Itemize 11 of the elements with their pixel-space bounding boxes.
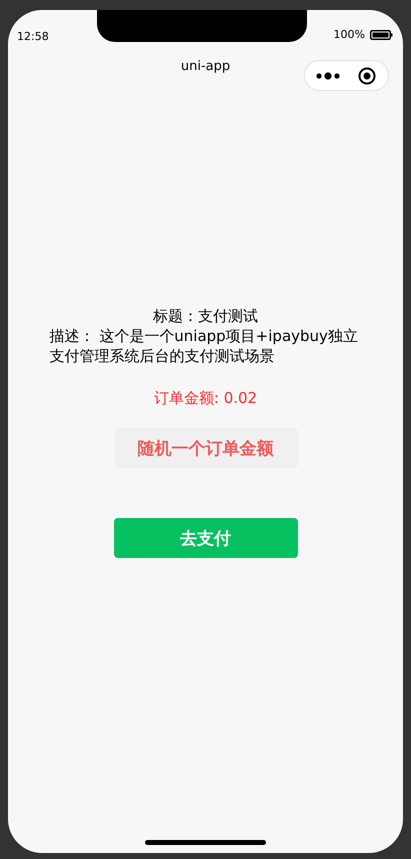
pay-button[interactable]: 去支付 — [114, 518, 298, 558]
random-amount-button[interactable]: 随机一个订单金额 — [114, 428, 298, 468]
battery-icon — [370, 30, 393, 40]
description-text: 描述： 这个是一个uniapp项目+ipaybuy独立支付管理系统后台的支付测试场景 — [50, 326, 359, 366]
status-time: 12:58 — [17, 30, 49, 44]
order-amount: 订单金额: 0.02 — [154, 388, 258, 408]
close-icon[interactable] — [358, 66, 376, 84]
page-title: 标题：支付测试 — [153, 306, 258, 326]
nav-title: uni-app — [180, 58, 230, 74]
more-icon[interactable] — [316, 72, 340, 80]
battery-level: 100% — [334, 28, 365, 42]
